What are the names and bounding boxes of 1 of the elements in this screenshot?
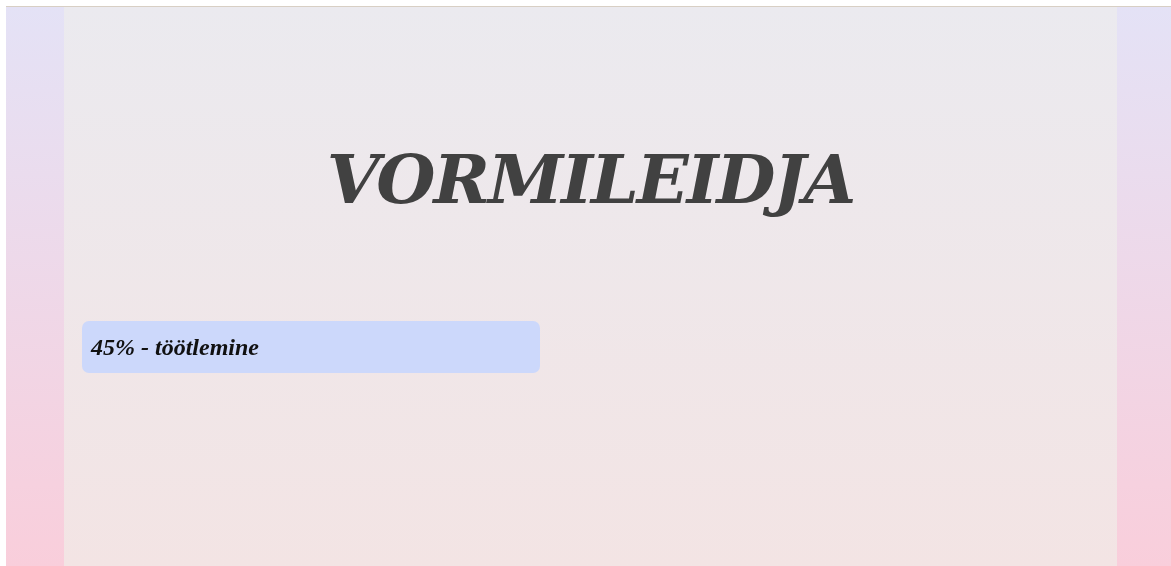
page-title: VORMILEIDJA — [325, 138, 856, 221]
